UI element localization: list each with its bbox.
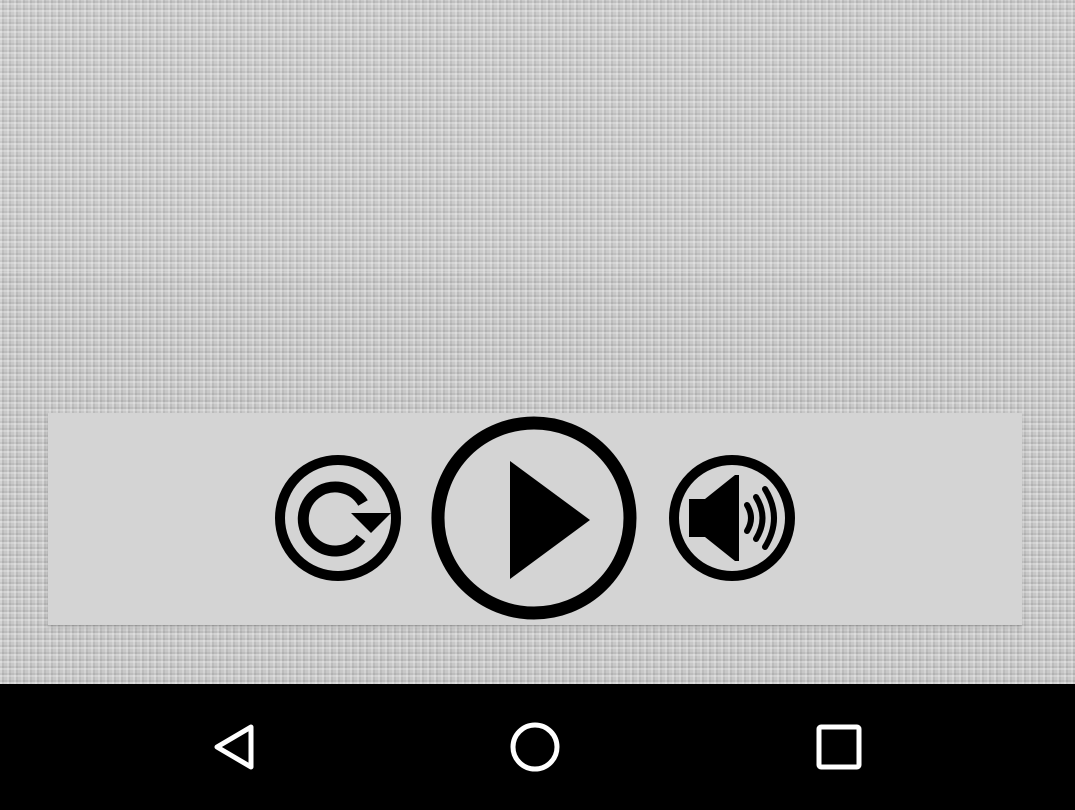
upper-area [0, 0, 1075, 273]
nav-home-button[interactable] [465, 684, 605, 810]
back-triangle-icon [214, 724, 254, 770]
app-background [0, 0, 1075, 684]
play-icon [431, 416, 637, 620]
replay-icon [275, 455, 401, 581]
volume-icon [669, 455, 795, 581]
play-button[interactable] [430, 415, 638, 621]
replay-button[interactable] [273, 453, 403, 583]
nav-recents-button[interactable] [769, 684, 909, 810]
home-circle-icon [510, 722, 560, 772]
nav-back-button[interactable] [164, 684, 304, 810]
volume-button[interactable] [667, 453, 797, 583]
system-navigation-bar [0, 684, 1075, 810]
recents-square-icon [816, 724, 862, 770]
